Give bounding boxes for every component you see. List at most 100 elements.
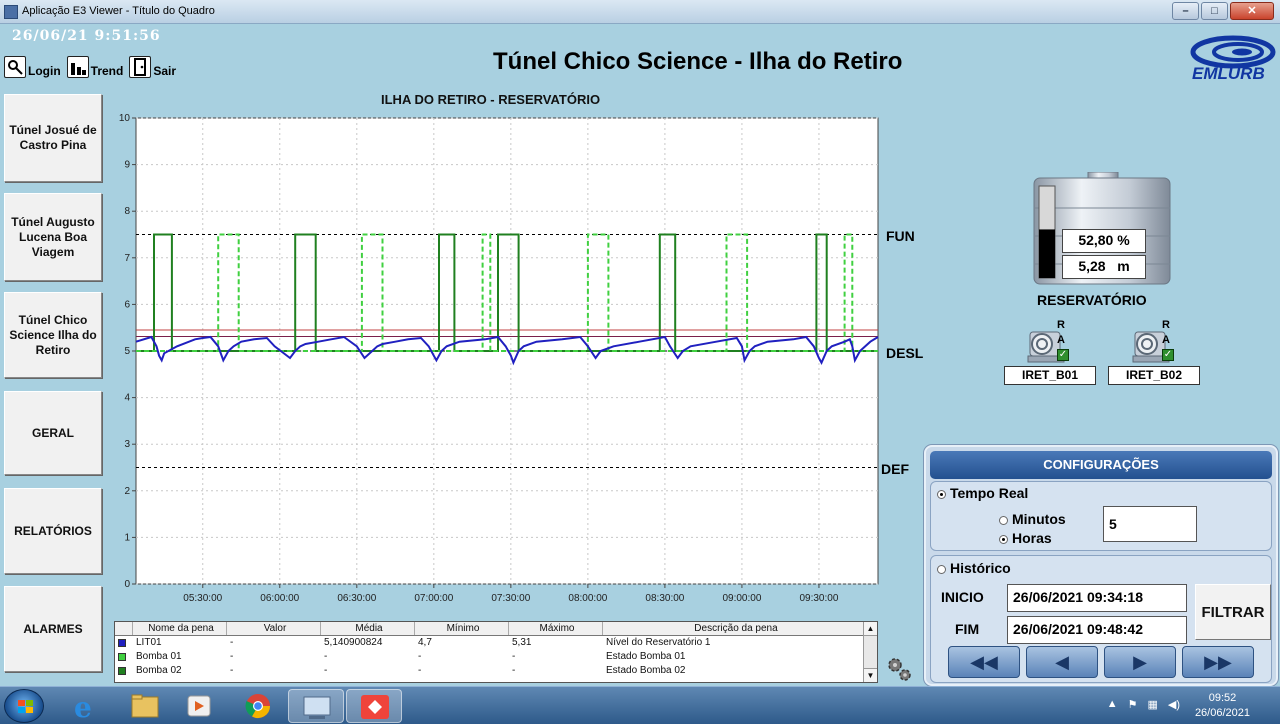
filter-button[interactable]: FILTRAR — [1195, 584, 1271, 640]
e3-viewer-icon[interactable] — [288, 689, 344, 723]
pen-descricao: Nível do Reservatório 1 — [606, 637, 711, 648]
hours-option[interactable]: Horas — [999, 530, 1052, 546]
media-player-icon[interactable] — [172, 689, 228, 723]
table-row[interactable]: Bomba 02 - - - - Estado Bomba 02 — [115, 664, 877, 678]
page-title: Túnel Chico Science - Ilha do Retiro — [493, 48, 903, 75]
pen-media: - — [324, 665, 328, 676]
nav-tunel-augusto[interactable]: Túnel Augusto Lucena Boa Viagem — [4, 193, 102, 281]
nav-relatorios[interactable]: RELATÓRIOS — [4, 488, 102, 574]
col-media[interactable]: Média — [321, 622, 415, 635]
maximize-button[interactable]: □ — [1201, 2, 1228, 20]
pump-1-check-icon[interactable]: ✓ — [1057, 349, 1069, 361]
pen-color-swatch — [118, 653, 126, 661]
pen-maximo: 5,31 — [512, 637, 532, 648]
window-titlebar: Aplicação E3 Viewer - Título do Quadro –… — [0, 0, 1280, 24]
period-input[interactable]: 5 — [1103, 506, 1197, 542]
pen-table: Nome da pena Valor Média Mínimo Máximo D… — [114, 621, 878, 683]
key-icon — [4, 56, 26, 78]
pump-icon[interactable] — [1129, 322, 1181, 368]
y-tick-label: 0 — [124, 579, 130, 590]
x-tick-label: 06:30:00 — [337, 593, 376, 604]
realtime-option[interactable]: Tempo Real — [937, 485, 1028, 501]
y-tick-label: 6 — [124, 299, 130, 310]
config-title: CONFIGURAÇÕES — [930, 451, 1272, 479]
anydesk-icon[interactable] — [346, 689, 402, 723]
x-tick-label: 08:30:00 — [645, 593, 684, 604]
pen-table-scrollbar[interactable]: ▲ ▼ — [863, 622, 877, 682]
nav-geral[interactable]: GERAL — [4, 391, 102, 475]
volume-icon[interactable]: ◀) — [1168, 698, 1180, 711]
tray-expand-icon[interactable]: ▲ — [1107, 698, 1118, 711]
hours-radio[interactable] — [999, 534, 1008, 544]
file-explorer-icon[interactable] — [118, 689, 174, 723]
clock-time: 09:52 — [1208, 692, 1237, 704]
pen-name: Bomba 01 — [136, 651, 182, 662]
pen-media: - — [324, 651, 328, 662]
reservoir-label: RESERVATÓRIO — [1037, 292, 1147, 308]
minutes-radio[interactable] — [999, 515, 1008, 525]
chrome-icon[interactable] — [230, 689, 286, 723]
window-controls: – □ ✕ — [1172, 2, 1274, 20]
pen-descricao: Estado Bomba 01 — [606, 651, 686, 662]
next-page-icon[interactable]: ▶ — [1104, 646, 1176, 678]
col-nome[interactable]: Nome da pena — [133, 622, 227, 635]
realtime-radio[interactable] — [937, 489, 946, 499]
clock-date: 26/06/2021 — [1194, 707, 1250, 719]
start-datetime-input[interactable]: 26/06/2021 09:34:18 — [1007, 584, 1187, 612]
x-tick-label: 07:30:00 — [491, 593, 530, 604]
minimize-button[interactable]: – — [1172, 2, 1199, 20]
pump-2-tag[interactable]: IRET_B02 — [1108, 366, 1200, 385]
internet-explorer-icon[interactable]: e — [58, 689, 114, 724]
end-datetime-input[interactable]: 26/06/2021 09:48:42 — [1007, 616, 1187, 644]
pen-valor: - — [230, 651, 234, 662]
history-radio[interactable] — [937, 564, 946, 574]
close-button[interactable]: ✕ — [1230, 2, 1274, 20]
pump-2-check-icon[interactable]: ✓ — [1162, 349, 1174, 361]
reservoir-level-fill — [1039, 229, 1055, 278]
reservoir-unit: m — [1117, 258, 1130, 274]
table-row[interactable]: LIT01 - 5,140900824 4,7 5,31 Nível do Re… — [115, 636, 877, 650]
col-maximo[interactable]: Máximo — [509, 622, 603, 635]
pump-1-r: R — [1057, 319, 1065, 331]
y-tick-label: 7 — [124, 253, 130, 264]
trend-chart[interactable]: 0 1 2 3 4 5 6 7 8 9 10 05:30:00 06:00:00 06:30:00 07:0… — [110, 108, 880, 608]
first-page-icon[interactable]: ◀◀ — [948, 646, 1020, 678]
login-button[interactable]: Login — [4, 56, 61, 78]
pen-valor: - — [230, 665, 234, 676]
exit-button[interactable]: Sair — [129, 56, 176, 78]
taskbar: e ▲ ⚑ ▦ ◀) 09:52 26/06/2021 — [0, 686, 1280, 724]
scroll-down-icon[interactable]: ▼ — [864, 668, 877, 682]
toolbar: Login Trend Sair — [4, 56, 176, 78]
nav-tunel-josue[interactable]: Túnel Josué de Castro Pina — [4, 94, 102, 182]
table-row[interactable]: Bomba 01 - - - - Estado Bomba 01 — [115, 650, 877, 664]
network-icon[interactable]: ▦ — [1147, 698, 1157, 711]
x-tick-label: 06:00:00 — [260, 593, 299, 604]
col-color — [115, 622, 133, 635]
pump-icon[interactable] — [1024, 322, 1076, 368]
pump-1-tag[interactable]: IRET_B01 — [1004, 366, 1096, 385]
login-label: Login — [28, 64, 61, 78]
scroll-up-icon[interactable]: ▲ — [864, 622, 877, 636]
minutes-option[interactable]: Minutos — [999, 511, 1066, 527]
settings-gear-icon[interactable] — [884, 654, 914, 684]
last-page-icon[interactable]: ▶▶ — [1182, 646, 1254, 678]
col-minimo[interactable]: Mínimo — [415, 622, 509, 635]
pen-color-swatch — [118, 667, 126, 675]
pump-2-a: A — [1162, 334, 1170, 346]
nav-tunel-chico-science[interactable]: Túnel Chico Science Ilha do Retiro — [4, 292, 102, 378]
tray-flag-icon[interactable]: ⚑ — [1128, 698, 1138, 711]
y-tick-label: 10 — [119, 113, 131, 124]
history-option[interactable]: Histórico — [937, 560, 1011, 576]
windows-start-icon[interactable] — [4, 689, 44, 723]
pen-table-header: Nome da pena Valor Média Mínimo Máximo D… — [115, 622, 877, 636]
pen-minimo: - — [418, 651, 422, 662]
trend-button[interactable]: Trend — [66, 56, 123, 78]
pen-maximo: - — [512, 651, 516, 662]
col-valor[interactable]: Valor — [227, 622, 321, 635]
svg-text:e: e — [74, 691, 92, 723]
taskbar-clock[interactable]: 09:52 26/06/2021 — [1195, 691, 1250, 721]
label-fun: FUN — [886, 228, 915, 244]
nav-alarmes[interactable]: ALARMES — [4, 586, 102, 672]
previous-page-icon[interactable]: ◀ — [1026, 646, 1098, 678]
col-descricao[interactable]: Descrição da pena — [603, 622, 867, 635]
